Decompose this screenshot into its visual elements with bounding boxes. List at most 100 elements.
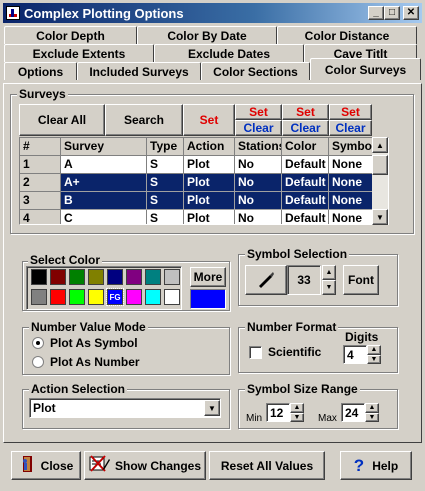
minimize-button[interactable]: _	[368, 6, 384, 20]
font-button[interactable]: Font	[343, 265, 379, 295]
grid-column-header[interactable]: Color	[282, 138, 329, 156]
spin-down-button[interactable]: ▼	[367, 354, 381, 364]
color-swatch[interactable]	[31, 289, 47, 305]
min-size-spinner[interactable]: ▲ ▼	[290, 403, 304, 422]
table-cell[interactable]: No	[235, 156, 282, 174]
scientific-checkbox[interactable]	[249, 346, 262, 359]
row-number[interactable]: 2	[20, 174, 61, 192]
tab-color-distance[interactable]: Color Distance	[277, 26, 417, 44]
set-button[interactable]: Set	[183, 104, 235, 136]
tab-exclude-dates[interactable]: Exclude Dates	[154, 44, 304, 62]
symbol-preview-button[interactable]	[245, 265, 287, 295]
table-cell[interactable]: S	[147, 192, 184, 210]
spin-down-button[interactable]: ▼	[322, 280, 336, 295]
table-cell[interactable]: None	[329, 156, 373, 174]
row-number[interactable]: 3	[20, 192, 61, 210]
color-swatch[interactable]	[88, 289, 104, 305]
plot-as-symbol-radio[interactable]	[32, 337, 44, 349]
tab-color-surveys[interactable]: Color Surveys	[310, 58, 421, 80]
grid-column-header[interactable]: Type	[147, 138, 184, 156]
scroll-down-button[interactable]: ▼	[372, 209, 388, 225]
grid-column-header[interactable]: Stations	[235, 138, 282, 156]
max-size-spinner[interactable]: ▲ ▼	[365, 403, 379, 422]
color-swatch[interactable]	[164, 269, 180, 285]
table-cell[interactable]: B	[61, 192, 147, 210]
chevron-down-icon[interactable]: ▼	[204, 400, 220, 416]
color-swatch[interactable]	[107, 269, 123, 285]
table-cell[interactable]: Default	[282, 210, 329, 224]
reset-all-values-button[interactable]: Reset All Values	[209, 451, 325, 480]
table-cell[interactable]: No	[235, 174, 282, 192]
tab-included-surveys[interactable]: Included Surveys	[77, 62, 201, 80]
symbol-number-field[interactable]: 33	[287, 265, 321, 295]
show-changes-button[interactable]: Show Changes	[84, 451, 206, 480]
table-cell[interactable]: A	[61, 156, 147, 174]
scroll-up-button[interactable]: ▲	[372, 137, 388, 153]
color-swatch[interactable]	[50, 289, 66, 305]
tab-color-sections[interactable]: Color Sections	[201, 62, 310, 80]
color-swatch[interactable]	[126, 269, 142, 285]
table-cell[interactable]: None	[329, 192, 373, 210]
table-cell[interactable]: No	[235, 210, 282, 224]
table-cell[interactable]: S	[147, 174, 184, 192]
color-swatch[interactable]	[126, 289, 142, 305]
tab-color-depth[interactable]: Color Depth	[4, 26, 137, 44]
clear-stations-button[interactable]: Clear	[235, 120, 282, 136]
set-symbol-button[interactable]: Set	[329, 104, 372, 120]
table-cell[interactable]: No	[235, 192, 282, 210]
more-colors-button[interactable]: More	[190, 267, 226, 287]
spin-down-button[interactable]: ▼	[290, 412, 304, 422]
plot-as-number-radio[interactable]	[32, 356, 44, 368]
color-swatch[interactable]	[164, 289, 180, 305]
min-size-field[interactable]: 12	[266, 403, 290, 422]
spin-up-button[interactable]: ▲	[367, 345, 381, 355]
table-cell[interactable]: A+	[61, 174, 147, 192]
table-cell[interactable]: Plot	[184, 156, 235, 174]
row-number[interactable]: 4	[20, 210, 61, 224]
color-swatch[interactable]	[69, 289, 85, 305]
grid-column-header[interactable]: #	[20, 138, 61, 156]
scroll-thumb[interactable]	[372, 155, 388, 175]
title-bar[interactable]: Complex Plotting Options _ □ ✕	[3, 3, 422, 23]
grid-column-header[interactable]: Symbol	[329, 138, 373, 156]
color-swatch[interactable]: FG	[106, 288, 124, 306]
action-select[interactable]: Plot	[29, 398, 221, 418]
spin-down-button[interactable]: ▼	[365, 412, 379, 422]
grid-column-header[interactable]: Survey	[61, 138, 147, 156]
set-stations-button[interactable]: Set	[235, 104, 282, 120]
grid-scrollbar[interactable]: ▲ ▼	[372, 137, 388, 225]
spin-up-button[interactable]: ▲	[365, 403, 379, 413]
table-cell[interactable]: Plot	[184, 192, 235, 210]
close-button[interactable]: Close	[11, 451, 81, 480]
color-swatch[interactable]	[50, 269, 66, 285]
symbol-spinner[interactable]: ▲ ▼	[322, 265, 336, 295]
digits-field[interactable]: 4	[343, 345, 367, 364]
search-button[interactable]: Search	[105, 104, 183, 136]
tab-color-by-date[interactable]: Color By Date	[137, 26, 277, 44]
set-color-button[interactable]: Set	[282, 104, 329, 120]
spin-up-button[interactable]: ▲	[290, 403, 304, 413]
max-size-field[interactable]: 24	[341, 403, 365, 422]
table-cell[interactable]: None	[329, 174, 373, 192]
clear-all-button[interactable]: Clear All	[19, 104, 105, 136]
table-cell[interactable]: None	[329, 210, 373, 224]
color-swatch[interactable]	[145, 289, 161, 305]
table-cell[interactable]: S	[147, 210, 184, 224]
color-swatch[interactable]	[69, 269, 85, 285]
table-cell[interactable]: C	[61, 210, 147, 224]
close-window-button[interactable]: ✕	[403, 6, 419, 20]
row-number[interactable]: 1	[20, 156, 61, 174]
clear-symbol-button[interactable]: Clear	[329, 120, 372, 136]
color-swatch[interactable]	[145, 269, 161, 285]
clear-color-button[interactable]: Clear	[282, 120, 329, 136]
digits-spinner[interactable]: ▲ ▼	[367, 345, 381, 364]
grid-column-header[interactable]: Action	[184, 138, 235, 156]
color-swatch[interactable]	[88, 269, 104, 285]
table-cell[interactable]: S	[147, 156, 184, 174]
survey-grid[interactable]: # Survey Type Action Stations Color Symbol 1 A S P…	[19, 137, 389, 225]
table-cell[interactable]: Default	[282, 192, 329, 210]
table-cell[interactable]: Default	[282, 156, 329, 174]
help-button[interactable]: ? Help	[340, 451, 412, 480]
maximize-button[interactable]: □	[384, 6, 400, 20]
spin-up-button[interactable]: ▲	[322, 265, 336, 280]
